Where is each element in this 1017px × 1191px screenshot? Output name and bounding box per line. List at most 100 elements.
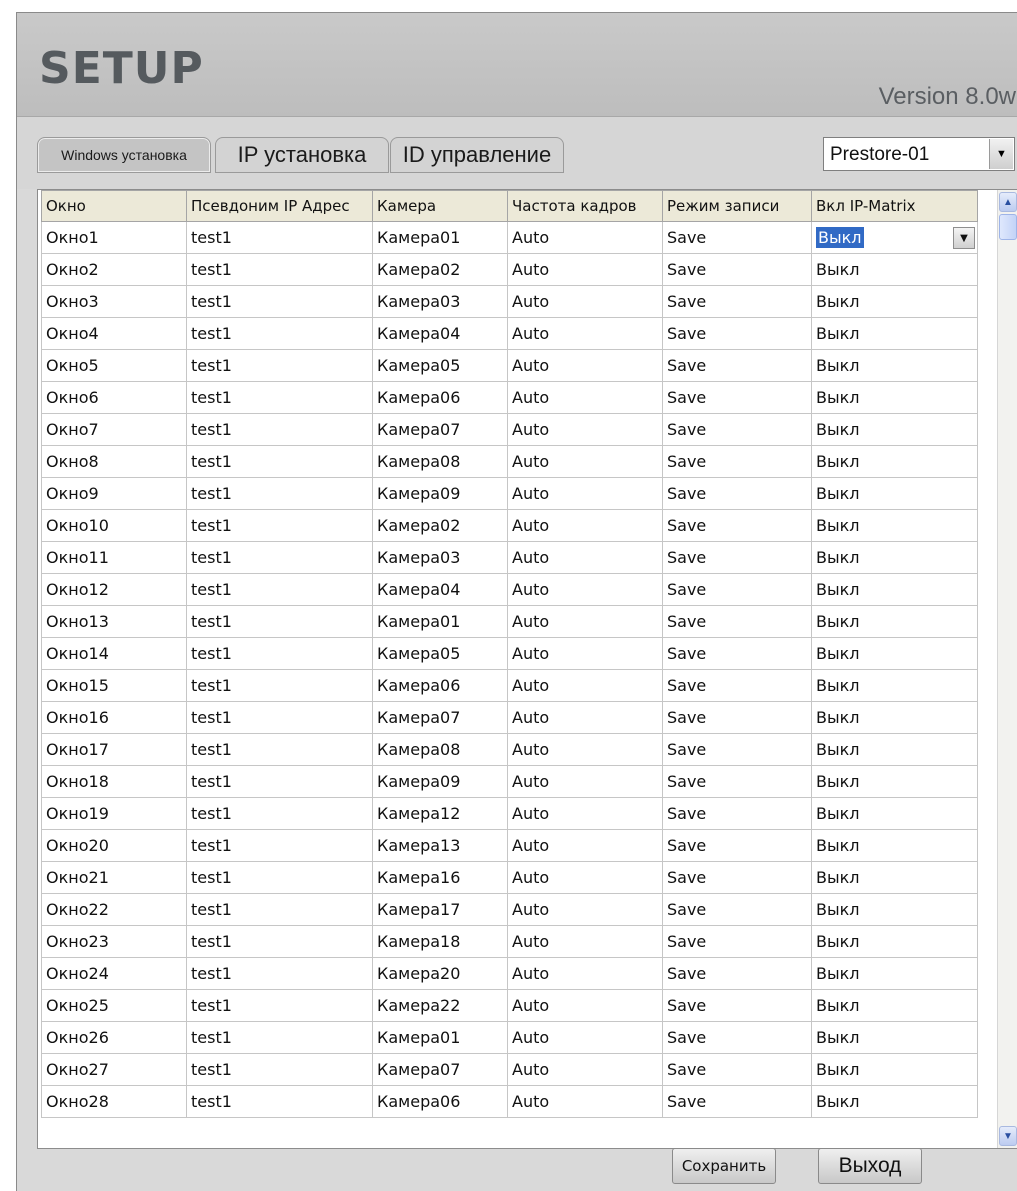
cell-alias[interactable]: test1 xyxy=(186,989,373,1022)
table-row[interactable]: Окно3 test1 Камера03 Auto Save Выкл xyxy=(41,285,978,318)
cell-record-mode[interactable]: Save xyxy=(662,765,812,798)
cell-alias[interactable]: test1 xyxy=(186,509,373,542)
cell-camera[interactable]: Камера07 xyxy=(372,413,508,446)
table-row[interactable]: Окно5 test1 Камера05 Auto Save Выкл xyxy=(41,349,978,382)
cell-alias[interactable]: test1 xyxy=(186,733,373,766)
cell-window[interactable]: Окно14 xyxy=(41,637,187,670)
cell-record-mode[interactable]: Save xyxy=(662,861,812,894)
cell-record-mode[interactable]: Save xyxy=(662,925,812,958)
cell-framerate[interactable]: Auto xyxy=(507,957,663,990)
cell-framerate[interactable]: Auto xyxy=(507,477,663,510)
cell-framerate[interactable]: Auto xyxy=(507,829,663,862)
table-row[interactable]: Окно13 test1 Камера01 Auto Save Выкл xyxy=(41,605,978,638)
cell-alias[interactable]: test1 xyxy=(186,253,373,286)
cell-alias[interactable]: test1 xyxy=(186,701,373,734)
cell-ip-matrix[interactable]: Выкл xyxy=(811,445,978,478)
table-row[interactable]: Окно24 test1 Камера20 Auto Save Выкл xyxy=(41,957,978,990)
cell-alias[interactable]: test1 xyxy=(186,445,373,478)
cell-record-mode[interactable]: Save xyxy=(662,349,812,382)
cell-alias[interactable]: test1 xyxy=(186,541,373,574)
cell-ip-matrix[interactable]: Выкл xyxy=(811,1021,978,1054)
cell-camera[interactable]: Камера01 xyxy=(372,605,508,638)
table-row[interactable]: Окно25 test1 Камера22 Auto Save Выкл xyxy=(41,989,978,1022)
cell-camera[interactable]: Камера01 xyxy=(372,221,508,254)
cell-window[interactable]: Окно4 xyxy=(41,317,187,350)
cell-framerate[interactable]: Auto xyxy=(507,413,663,446)
cell-camera[interactable]: Камера09 xyxy=(372,765,508,798)
exit-button[interactable]: Выход xyxy=(818,1148,922,1184)
cell-alias[interactable]: test1 xyxy=(186,381,373,414)
cell-record-mode[interactable]: Save xyxy=(662,317,812,350)
cell-framerate[interactable]: Auto xyxy=(507,317,663,350)
cell-framerate[interactable]: Auto xyxy=(507,1053,663,1086)
cell-framerate[interactable]: Auto xyxy=(507,925,663,958)
table-row[interactable]: Окно2 test1 Камера02 Auto Save Выкл xyxy=(41,253,978,286)
cell-camera[interactable]: Камера13 xyxy=(372,829,508,862)
scroll-thumb[interactable] xyxy=(999,214,1017,240)
cell-record-mode[interactable]: Save xyxy=(662,989,812,1022)
cell-camera[interactable]: Камера20 xyxy=(372,957,508,990)
cell-alias[interactable]: test1 xyxy=(186,669,373,702)
vertical-scrollbar[interactable]: ▲ ▼ xyxy=(997,190,1017,1148)
cell-camera[interactable]: Камера17 xyxy=(372,893,508,926)
cell-record-mode[interactable]: Save xyxy=(662,477,812,510)
column-header-framerate[interactable]: Частота кадров xyxy=(507,190,663,222)
cell-alias[interactable]: test1 xyxy=(186,573,373,606)
cell-record-mode[interactable]: Save xyxy=(662,413,812,446)
cell-alias[interactable]: test1 xyxy=(186,349,373,382)
table-row[interactable]: Окно22 test1 Камера17 Auto Save Выкл xyxy=(41,893,978,926)
cell-record-mode[interactable]: Save xyxy=(662,733,812,766)
cell-window[interactable]: Окно5 xyxy=(41,349,187,382)
cell-window[interactable]: Окно27 xyxy=(41,1053,187,1086)
tab-ip-setup[interactable]: IP установка xyxy=(215,137,389,173)
cell-ip-matrix[interactable]: Выкл xyxy=(811,797,978,830)
cell-alias[interactable]: test1 xyxy=(186,413,373,446)
table-row[interactable]: Окно18 test1 Камера09 Auto Save Выкл xyxy=(41,765,978,798)
cell-camera[interactable]: Камера06 xyxy=(372,381,508,414)
cell-window[interactable]: Окно15 xyxy=(41,669,187,702)
cell-window[interactable]: Окно16 xyxy=(41,701,187,734)
cell-framerate[interactable]: Auto xyxy=(507,989,663,1022)
cell-framerate[interactable]: Auto xyxy=(507,861,663,894)
save-button[interactable]: Сохранить xyxy=(672,1148,776,1184)
cell-ip-matrix[interactable]: Выкл xyxy=(811,829,978,862)
cell-record-mode[interactable]: Save xyxy=(662,637,812,670)
cell-ip-matrix[interactable]: Выкл xyxy=(811,349,978,382)
cell-ip-matrix[interactable]: Выкл xyxy=(811,733,978,766)
cell-alias[interactable]: test1 xyxy=(186,1053,373,1086)
scroll-up-icon[interactable]: ▲ xyxy=(999,192,1017,212)
cell-alias[interactable]: test1 xyxy=(186,765,373,798)
column-header-alias[interactable]: Псевдоним IP Адрес xyxy=(186,190,373,222)
cell-camera[interactable]: Камера22 xyxy=(372,989,508,1022)
cell-ip-matrix[interactable]: Выкл xyxy=(811,669,978,702)
tab-windows-setup[interactable]: Windows установка xyxy=(37,137,211,173)
cell-framerate[interactable]: Auto xyxy=(507,221,663,254)
cell-record-mode[interactable]: Save xyxy=(662,669,812,702)
cell-record-mode[interactable]: Save xyxy=(662,957,812,990)
cell-record-mode[interactable]: Save xyxy=(662,285,812,318)
scroll-down-icon[interactable]: ▼ xyxy=(999,1126,1017,1146)
cell-alias[interactable]: test1 xyxy=(186,893,373,926)
cell-alias[interactable]: test1 xyxy=(186,1085,373,1118)
cell-camera[interactable]: Камера18 xyxy=(372,925,508,958)
table-row[interactable]: Окно9 test1 Камера09 Auto Save Выкл xyxy=(41,477,978,510)
cell-record-mode[interactable]: Save xyxy=(662,797,812,830)
cell-record-mode[interactable]: Save xyxy=(662,253,812,286)
table-row[interactable]: Окно11 test1 Камера03 Auto Save Выкл xyxy=(41,541,978,574)
cell-camera[interactable]: Камера04 xyxy=(372,317,508,350)
cell-framerate[interactable]: Auto xyxy=(507,445,663,478)
table-row[interactable]: Окно27 test1 Камера07 Auto Save Выкл xyxy=(41,1053,978,1086)
cell-framerate[interactable]: Auto xyxy=(507,509,663,542)
cell-window[interactable]: Окно12 xyxy=(41,573,187,606)
cell-framerate[interactable]: Auto xyxy=(507,797,663,830)
cell-camera[interactable]: Камера06 xyxy=(372,669,508,702)
cell-camera[interactable]: Камера03 xyxy=(372,285,508,318)
profile-select[interactable]: Prestore-01 ▼ xyxy=(823,137,1015,171)
cell-ip-matrix[interactable]: Выкл xyxy=(811,1053,978,1086)
cell-camera[interactable]: Камера03 xyxy=(372,541,508,574)
table-row[interactable]: Окно14 test1 Камера05 Auto Save Выкл xyxy=(41,637,978,670)
cell-camera[interactable]: Камера09 xyxy=(372,477,508,510)
cell-window[interactable]: Окно24 xyxy=(41,957,187,990)
cell-alias[interactable]: test1 xyxy=(186,221,373,254)
cell-camera[interactable]: Камера02 xyxy=(372,253,508,286)
